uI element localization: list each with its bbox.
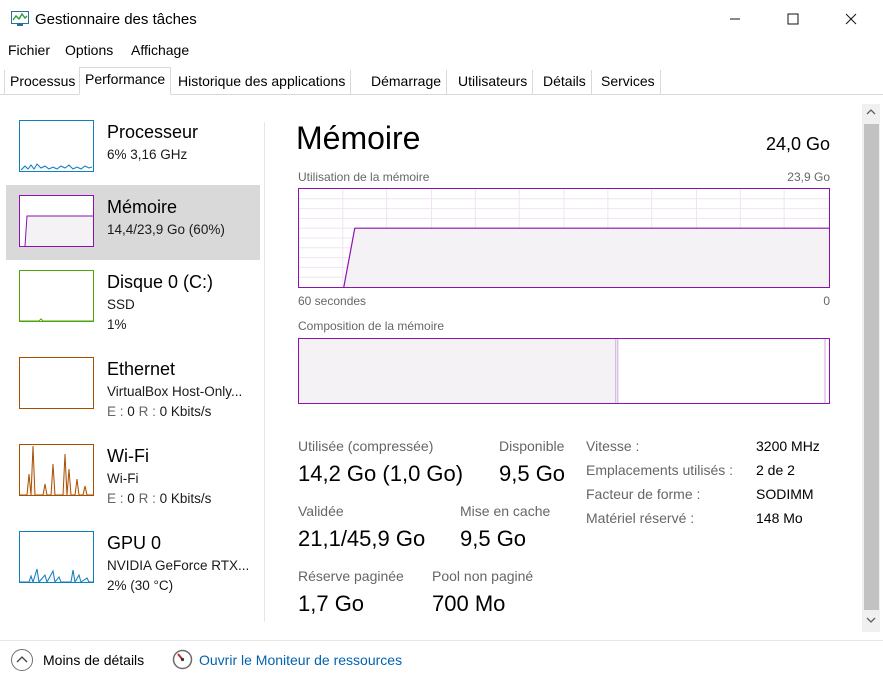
paged-pool-label: Réserve paginée (298, 568, 404, 584)
sidebar-detail: SSD (107, 297, 135, 312)
sidebar-detail: NVIDIA GeForce RTX... (107, 558, 250, 573)
committed-label: Validée (298, 503, 344, 519)
spec-form-value: SODIMM (756, 486, 814, 502)
less-details-button[interactable]: Moins de détails (43, 652, 144, 668)
sidebar-detail: 6% 3,16 GHz (107, 147, 188, 162)
spec-reserved-value: 148 Mo (756, 510, 803, 526)
collapse-chevron-icon[interactable] (10, 648, 34, 672)
composition-label: Composition de la mémoire (298, 319, 445, 333)
nonpaged-pool-value: 700 Mo (432, 591, 506, 616)
menu-affichage[interactable]: Affichage (131, 42, 189, 58)
sidebar-divider (264, 122, 265, 622)
scrollbar-thumb[interactable] (864, 124, 879, 610)
close-icon (845, 13, 857, 25)
tab-demarrage[interactable]: Démarrage (366, 70, 448, 94)
sidebar-item-gpu[interactable]: GPU 0 NVIDIA GeForce RTX... 2% (30 °C) (6, 521, 260, 596)
sidebar-item-memoire[interactable]: Mémoire 14,4/23,9 Go (60%) (6, 185, 260, 260)
receive-value: 0 Kbits/s (159, 491, 212, 506)
sidebar-item-wifi[interactable]: Wi-Fi Wi-Fi E : 0 R : 0 Kbits/s (6, 434, 260, 509)
scroll-up-icon[interactable] (866, 108, 876, 116)
available-value: 9,5 Go (499, 461, 566, 486)
resource-monitor-icon (172, 649, 193, 670)
minimize-button[interactable] (706, 0, 764, 38)
sidebar-item-processeur[interactable]: Processeur 6% 3,16 GHz (6, 110, 260, 185)
used-label: Utilisée (compressée) (298, 438, 434, 454)
sidebar-detail-2: 1% (107, 317, 127, 332)
sidebar-name: Wi-Fi (107, 446, 149, 466)
open-resource-monitor-link[interactable]: Ouvrir le Moniteur de ressources (199, 652, 402, 668)
sidebar-throughput: E : 0 R : 0 Kbits/s (107, 491, 211, 506)
spec-speed-label: Vitesse : (586, 438, 640, 454)
available-label: Disponible (499, 438, 565, 454)
page-title: Mémoire (296, 120, 421, 156)
menu-fichier[interactable]: Fichier (8, 42, 50, 58)
sidebar-name: Ethernet (107, 359, 176, 379)
tab-processus[interactable]: Processus (4, 70, 82, 94)
memory-composition-bar (298, 338, 830, 404)
menu-options[interactable]: Options (65, 42, 113, 58)
ethernet-thumbnail-graph (19, 357, 94, 409)
close-button[interactable] (822, 0, 880, 38)
tab-services[interactable]: Services (596, 70, 661, 94)
tab-historique[interactable]: Historique des applications (173, 70, 352, 94)
usage-graph-label: Utilisation de la mémoire (298, 170, 430, 184)
scroll-down-icon[interactable] (866, 616, 876, 624)
maximize-button[interactable] (764, 0, 822, 38)
time-axis-right: 0 (823, 294, 830, 308)
sidebar-item-disque[interactable]: Disque 0 (C:) SSD 1% (6, 260, 260, 335)
send-value: 0 (127, 491, 135, 506)
memory-total: 24,0 Go (765, 134, 830, 154)
window-title: Gestionnaire des tâches (35, 11, 197, 28)
tab-performance[interactable]: Performance (79, 67, 172, 95)
receive-value: 0 Kbits/s (159, 404, 212, 419)
task-manager-icon (11, 11, 29, 26)
spec-slots-value: 2 de 2 (756, 462, 795, 478)
spec-form-label: Facteur de forme : (586, 486, 701, 502)
sidebar-detail: Wi-Fi (107, 471, 139, 486)
sidebar-name: Mémoire (107, 197, 178, 217)
gpu-thumbnail-graph (19, 531, 94, 583)
spec-reserved-label: Matériel réservé : (586, 510, 695, 526)
spec-speed-value: 3200 MHz (756, 438, 820, 454)
memory-thumbnail-graph (19, 195, 94, 247)
spec-slots-label: Emplacements utilisés : (586, 462, 734, 478)
time-axis-left: 60 secondes (298, 294, 367, 308)
sidebar-throughput: E : 0 R : 0 Kbits/s (107, 404, 211, 419)
cached-label: Mise en cache (460, 503, 551, 519)
sidebar-detail: VirtualBox Host-Only... (107, 384, 243, 399)
send-value: 0 (127, 404, 135, 419)
tab-details[interactable]: Détails (538, 70, 592, 94)
paged-pool-value: 1,7 Go (298, 591, 365, 616)
receive-label: R : (138, 404, 156, 419)
cached-value: 9,5 Go (460, 526, 527, 551)
sidebar-name: GPU 0 (107, 533, 162, 553)
tab-utilisateurs[interactable]: Utilisateurs (453, 70, 534, 94)
memory-usage-graph (298, 188, 830, 288)
minimize-icon (730, 18, 740, 20)
used-value: 14,2 Go (1,0 Go) (298, 461, 464, 486)
send-label: E : (107, 491, 124, 506)
sidebar-item-ethernet[interactable]: Ethernet VirtualBox Host-Only... E : 0 R… (6, 347, 260, 422)
sidebar-detail: 14,4/23,9 Go (60%) (107, 222, 225, 237)
sidebar-name: Disque 0 (C:) (107, 272, 214, 292)
maximize-icon (787, 13, 799, 25)
receive-label: R : (138, 491, 156, 506)
nonpaged-pool-label: Pool non paginé (432, 568, 534, 584)
disk-thumbnail-graph (19, 270, 94, 322)
cpu-thumbnail-graph (19, 120, 94, 172)
sidebar-detail-2: 2% (30 °C) (107, 578, 174, 593)
usage-graph-max: 23,9 Go (787, 170, 830, 184)
sidebar-name: Processeur (107, 122, 199, 142)
wifi-thumbnail-graph (19, 444, 94, 496)
committed-value: 21,1/45,9 Go (298, 526, 426, 551)
send-label: E : (107, 404, 124, 419)
